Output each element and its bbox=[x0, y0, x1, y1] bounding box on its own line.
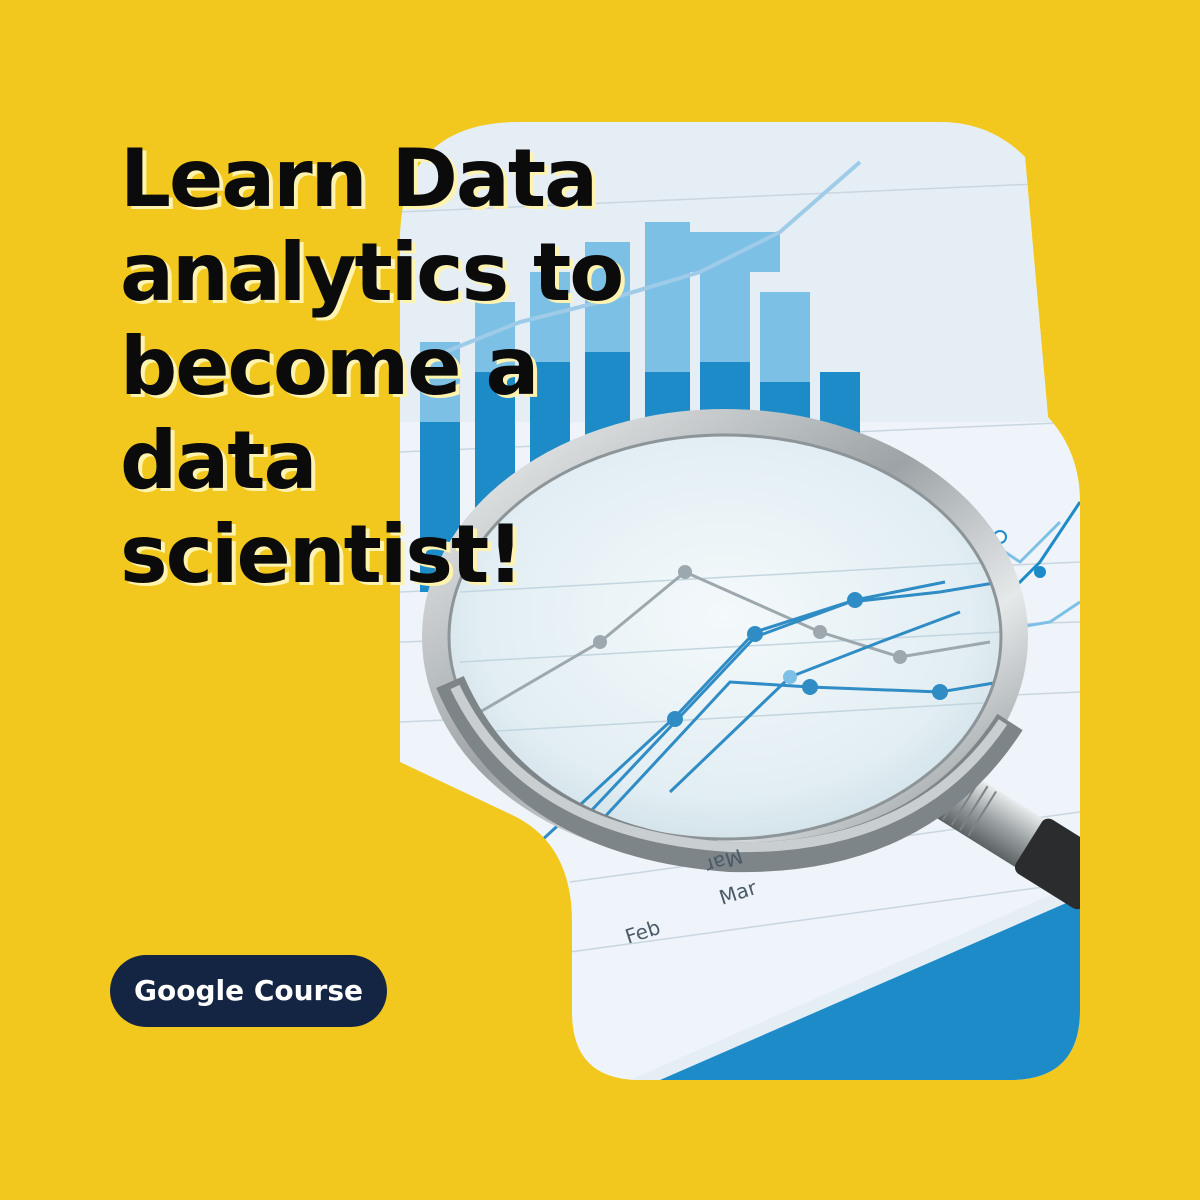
google-course-badge[interactable]: Google Course bbox=[110, 955, 388, 1027]
headline-line-2: analytics to bbox=[120, 226, 624, 319]
headline-line-3: become a bbox=[120, 320, 539, 413]
headline-line-4: data bbox=[120, 414, 317, 507]
headline-line-1: Learn Data bbox=[120, 132, 598, 225]
headline: Learn Data analytics to become a data sc… bbox=[120, 132, 760, 602]
headline-line-5: scientist! bbox=[120, 508, 524, 601]
